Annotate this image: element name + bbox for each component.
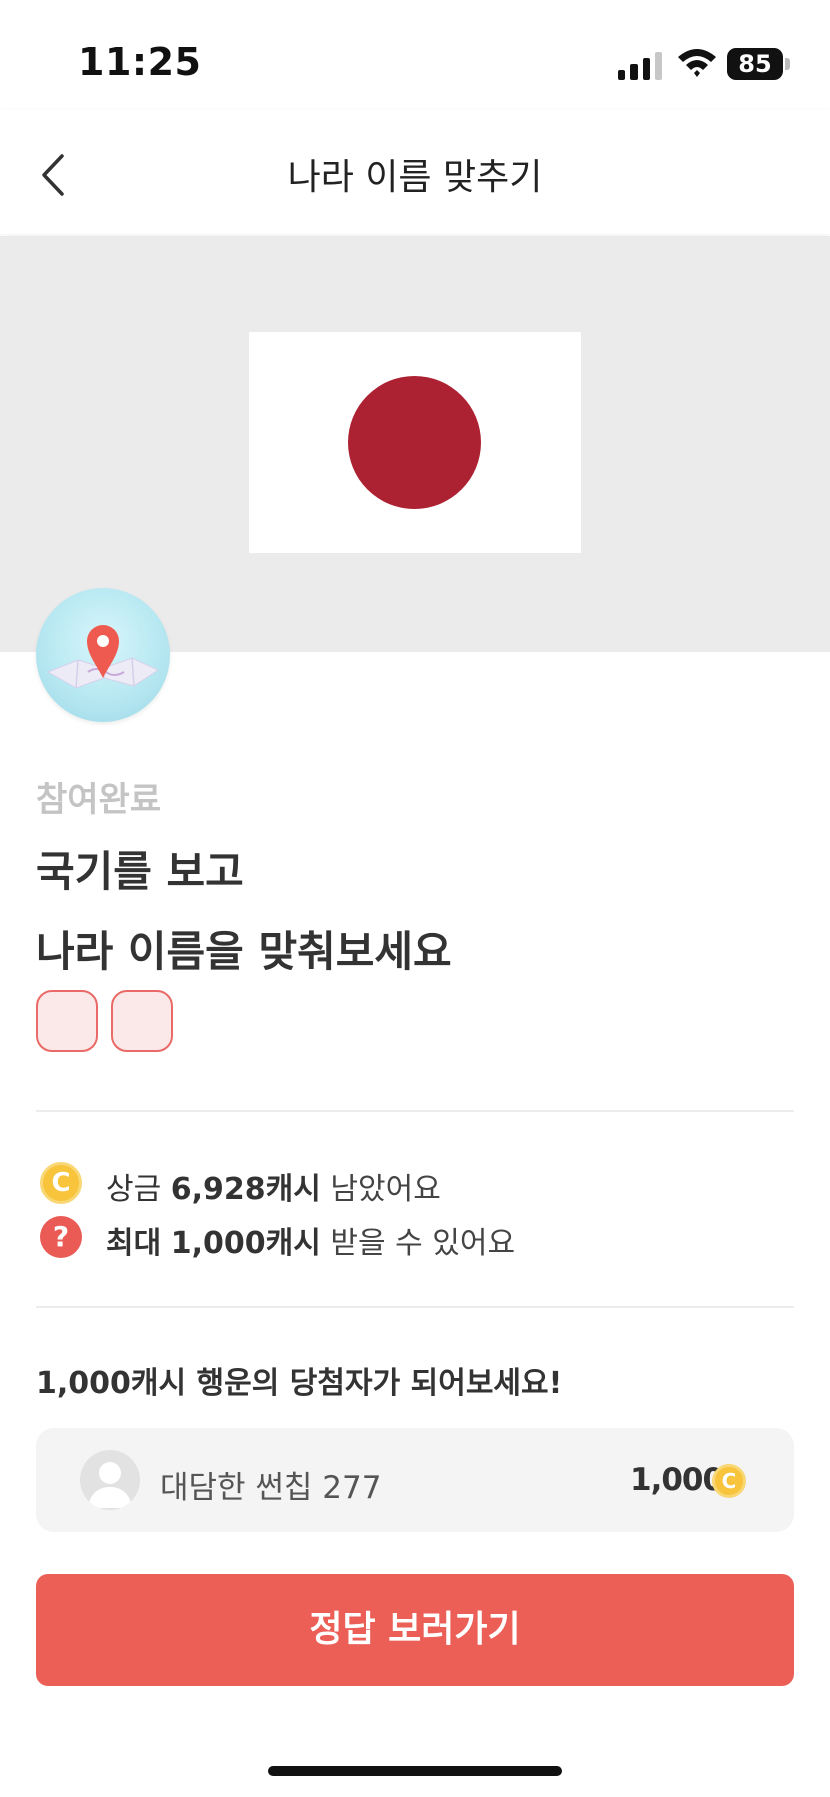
winner-amount: 1,000	[630, 1462, 724, 1498]
winners-title: 1,000캐시 행운의 당첨자가 되어보세요!	[36, 1366, 563, 1401]
home-indicator	[268, 1766, 562, 1776]
max-reward-text: 최대 1,000캐시 받을 수 있어요	[106, 1218, 515, 1262]
wifi-icon	[676, 46, 718, 80]
prize-remaining-text: 상금 6,928캐시 남았어요	[106, 1164, 441, 1208]
prize-suffix: 남았어요	[330, 1172, 441, 1207]
user-avatar-icon	[80, 1450, 140, 1510]
prize-prefix: 상금	[106, 1172, 162, 1207]
divider	[36, 1306, 794, 1308]
winner-name: 대담한 썬칩 277	[160, 1470, 382, 1506]
coin-icon: C	[712, 1464, 746, 1498]
question-line-2: 나라 이름을 맞춰보세요	[36, 927, 452, 976]
question-line-1: 국기를 보고	[36, 847, 244, 896]
coin-icon: C	[40, 1162, 82, 1204]
participation-status: 참여완료	[36, 780, 162, 820]
answer-letter-box[interactable]	[36, 990, 98, 1052]
max-prefix: 최대	[106, 1226, 162, 1261]
view-answer-button[interactable]: 정답 보러가기	[36, 1574, 794, 1686]
page-title: 나라 이름 맞추기	[287, 157, 543, 198]
flag-red-circle	[348, 376, 481, 509]
question-mark-icon: ?	[40, 1216, 82, 1258]
battery-icon: 85	[727, 48, 783, 80]
map-pin-icon	[36, 588, 170, 722]
answer-letter-box[interactable]	[111, 990, 173, 1052]
divider	[36, 1110, 794, 1112]
status-time: 11:25	[78, 40, 202, 84]
battery-nub	[785, 58, 790, 70]
cellular-signal-icon	[618, 50, 662, 80]
prize-amount: 6,928캐시	[170, 1172, 321, 1207]
max-suffix: 받을 수 있어요	[330, 1226, 516, 1261]
max-amount: 1,000캐시	[170, 1226, 321, 1261]
